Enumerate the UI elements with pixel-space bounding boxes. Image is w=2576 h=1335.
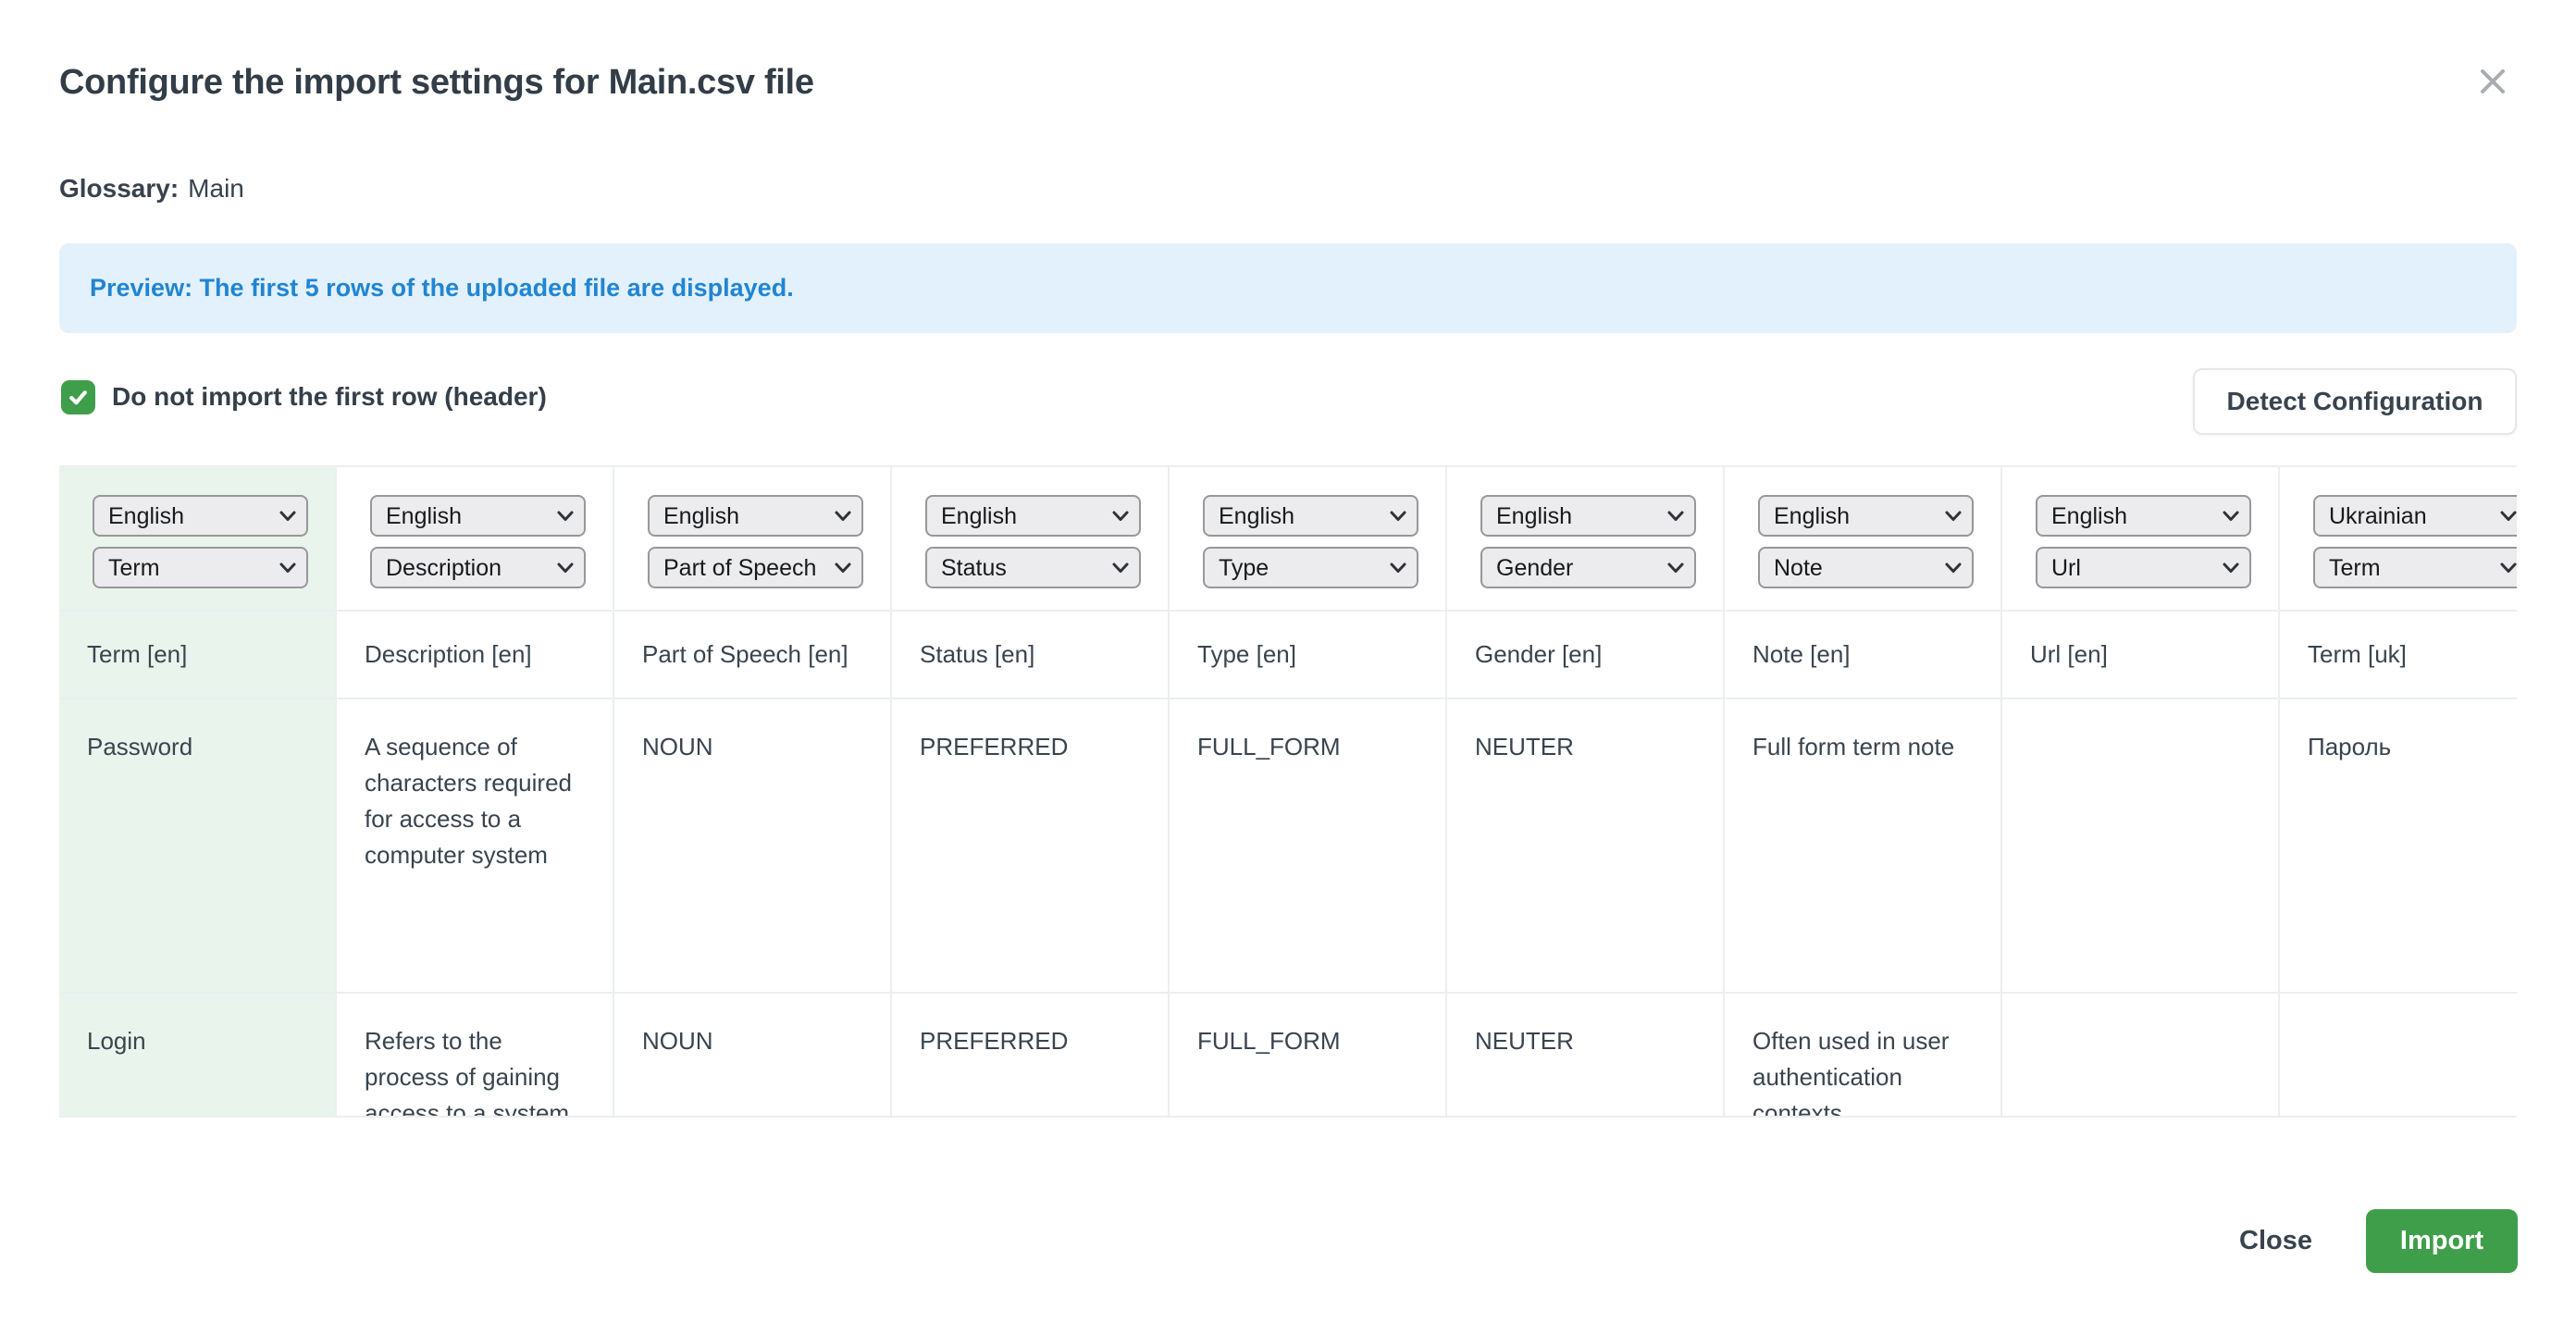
checkmark-icon [67,386,90,409]
field-select[interactable]: Url [2036,547,2251,588]
table-cell: NOUN [614,994,892,1118]
language-select[interactable]: English [1203,495,1418,537]
table-cell: Пароль [2280,699,2517,992]
glossary-line: Glossary: Main [59,174,244,204]
field-select[interactable]: Term [93,547,308,588]
language-select-wrap: English [1480,495,1696,537]
field-select[interactable]: Type [1203,547,1418,588]
column-mapping-cell: English Type [1170,467,1447,610]
language-select-wrap: English [1758,495,1974,537]
column-header: Part of Speech [en] [614,612,892,698]
column-mapping-cell: English Url [2002,467,2280,610]
table-cell: Full form term note [1725,699,2002,992]
language-select[interactable]: English [2036,495,2251,537]
field-select[interactable]: Note [1758,547,1974,588]
dialog-title: Configure the import settings for Main.c… [59,63,814,103]
field-select-wrap: Term [93,547,308,588]
field-select-wrap: Note [1758,547,1974,588]
language-select-wrap: English [1203,495,1418,537]
table-cell: NEUTER [1447,994,1725,1118]
table-cell: FULL_FORM [1170,994,1447,1118]
import-button[interactable]: Import [2366,1209,2518,1273]
close-icon [2477,66,2508,97]
column-header: Type [en] [1170,612,1447,698]
glossary-value: Main [188,174,244,203]
column-mapping-cell: English Note [1725,467,2002,610]
table-cell: FULL_FORM [1170,699,1447,992]
field-select[interactable]: Gender [1480,547,1696,588]
field-select-wrap: Term [2313,547,2517,588]
table-cell: PREFERRED [892,994,1170,1118]
language-select-wrap: English [93,495,308,537]
skip-header-checkbox-label[interactable]: Do not import the first row (header) [112,382,547,412]
language-select-wrap: English [2036,495,2251,537]
detect-configuration-button[interactable]: Detect Configuration [2193,368,2517,435]
column-mapping-cell: English Term [59,467,337,610]
language-select[interactable]: English [93,495,308,537]
table-cell [2002,994,2280,1118]
column-header: Description [en] [337,612,614,698]
column-header: Term [en] [59,612,337,698]
column-header: Gender [en] [1447,612,1725,698]
table-row: PasswordA sequence of characters require… [59,698,2517,992]
field-select-wrap: Type [1203,547,1418,588]
preview-info-text: Preview: The first 5 rows of the uploade… [90,274,794,303]
glossary-label: Glossary: [59,174,179,203]
field-select[interactable]: Term [2313,547,2517,588]
close-dialog-button[interactable] [2467,56,2519,107]
language-select[interactable]: English [1480,495,1696,537]
field-select-wrap: Description [370,547,586,588]
preview-info-banner: Preview: The first 5 rows of the uploade… [59,243,2517,333]
table-cell: Login [59,994,337,1118]
field-select[interactable]: Status [925,547,1141,588]
column-mapping-cell: English Description [337,467,614,610]
table-cell: NOUN [614,699,892,992]
table-cell: PREFERRED [892,699,1170,992]
field-select-wrap: Url [2036,547,2251,588]
column-header: Url [en] [2002,612,2280,698]
language-select-wrap: English [925,495,1141,537]
language-select[interactable]: English [370,495,586,537]
field-select-wrap: Part of Speech [648,547,863,588]
column-mapping-cell: English Gender [1447,467,1725,610]
field-select[interactable]: Description [370,547,586,588]
close-button[interactable]: Close [2219,1209,2333,1273]
table-cell: Often used in user authentication contex… [1725,994,2002,1118]
field-select-wrap: Status [925,547,1141,588]
table-cell [2280,994,2517,1118]
language-select-wrap: English [648,495,863,537]
language-select[interactable]: English [1758,495,1974,537]
table-cell: NEUTER [1447,699,1725,992]
column-mapping-row: English Term English Description English Part… [59,467,2517,610]
column-mapping-cell: Ukrainian Term [2280,467,2517,610]
preview-table-container: English Term English Description English Part… [59,465,2517,1118]
column-header: Term [uk] [2280,612,2517,698]
column-mapping-cell: English Status [892,467,1170,610]
table-header-row: Term [en]Description [en]Part of Speech … [59,610,2517,698]
column-mapping-cell: English Part of Speech [614,467,892,610]
table-cell: Refers to the process of gaining access … [337,994,614,1118]
column-header: Status [en] [892,612,1170,698]
import-settings-dialog: Configure the import settings for Main.c… [0,0,2576,1335]
table-cell: Password [59,699,337,992]
language-select[interactable]: Ukrainian [2313,495,2517,537]
language-select[interactable]: English [648,495,863,537]
skip-header-checkbox[interactable] [61,380,95,414]
table-cell: A sequence of characters required for ac… [337,699,614,992]
language-select-wrap: Ukrainian [2313,495,2517,537]
field-select[interactable]: Part of Speech [648,547,863,588]
language-select[interactable]: English [925,495,1141,537]
language-select-wrap: English [370,495,586,537]
table-cell [2002,699,2280,992]
column-header: Note [en] [1725,612,2002,698]
field-select-wrap: Gender [1480,547,1696,588]
table-row: LoginRefers to the process of gaining ac… [59,992,2517,1118]
preview-table: English Term English Description English Part… [59,467,2517,1118]
